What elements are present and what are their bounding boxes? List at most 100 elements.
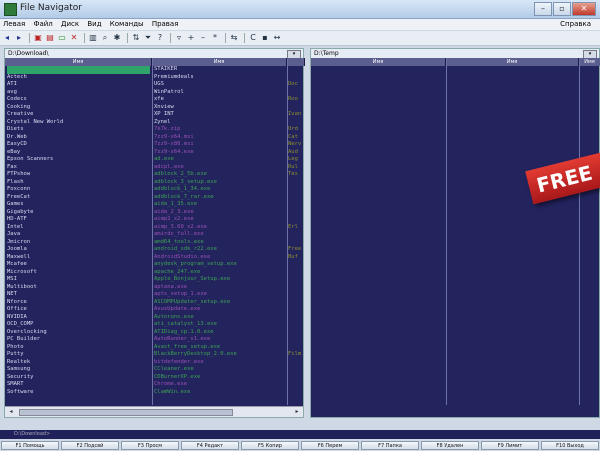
list-item[interactable]: addblock_1_34.exe xyxy=(154,186,286,194)
swap-icon[interactable]: ↔ xyxy=(272,33,282,43)
list-item[interactable]: Realtek xyxy=(7,359,150,367)
forward-icon[interactable]: ▸ xyxy=(14,33,24,43)
list-item[interactable]: Creative xyxy=(7,111,150,119)
menu-help[interactable]: Справка xyxy=(557,19,594,30)
list-item[interactable]: Rul xyxy=(288,164,304,172)
list-item[interactable]: Crystal New World xyxy=(7,119,150,127)
list-item[interactable]: Zynel xyxy=(154,119,286,127)
list-item[interactable]: Office xyxy=(7,306,150,314)
list-item[interactable]: Diets xyxy=(7,126,150,134)
list-item[interactable]: Premiumdeals xyxy=(154,74,286,82)
list-item[interactable]: Leg xyxy=(288,156,304,164)
list-item[interactable]: UGS xyxy=(154,81,286,89)
list-item[interactable]: Security xyxy=(7,374,150,382)
list-item[interactable]: Codecs xyxy=(7,96,150,104)
list-item[interactable]: AutoRunner_v1.exe xyxy=(154,336,286,344)
list-item[interactable] xyxy=(288,239,304,247)
list-item[interactable]: Photo xyxy=(7,344,150,352)
network-icon[interactable]: ⇆ xyxy=(229,33,239,43)
list-item[interactable]: Games xyxy=(7,201,150,209)
plus-icon[interactable]: + xyxy=(186,33,196,43)
list-item[interactable]: ad.exe xyxy=(154,156,286,164)
back-icon[interactable]: ◂ xyxy=(2,33,12,43)
list-item[interactable]: Software xyxy=(7,389,150,397)
f10-exit-button[interactable]: F10 Выход xyxy=(541,441,599,450)
menu-commands[interactable]: Команды xyxy=(107,19,147,30)
list-item[interactable]: Foxconn xyxy=(7,186,150,194)
list-item[interactable]: Aud xyxy=(288,149,304,157)
list-item[interactable]: amirdc_full.exe xyxy=(154,231,286,239)
column-header-name-3[interactable]: Имя xyxy=(579,58,600,66)
list-item[interactable] xyxy=(288,291,304,299)
list-item[interactable]: Roo xyxy=(288,96,304,104)
list-item[interactable]: Jmicron xyxy=(7,239,150,247)
settings-icon[interactable]: ✱ xyxy=(112,33,122,43)
list-item[interactable]: SMART xyxy=(7,381,150,389)
list-item[interactable]: xfe xyxy=(154,96,286,104)
list-item[interactable]: aimp_3.60_x2.exe xyxy=(154,224,286,232)
column-header-name-2[interactable]: Имя xyxy=(152,58,287,66)
list-item[interactable]: Dr.Web xyxy=(7,134,150,142)
star-icon[interactable]: * xyxy=(210,33,220,43)
list-item[interactable]: Overclocking xyxy=(7,329,150,337)
list-item[interactable]: Cat xyxy=(288,134,304,142)
list-item[interactable]: addblock_7_rar.exe xyxy=(154,194,286,202)
list-item[interactable] xyxy=(288,119,304,127)
list-item[interactable]: Buf xyxy=(288,254,304,262)
find-icon[interactable]: ⌕ xyxy=(100,33,110,43)
list-item[interactable] xyxy=(288,261,304,269)
list-item[interactable] xyxy=(288,306,304,314)
list-item[interactable]: android_sdk_r22.exe xyxy=(154,246,286,254)
list-item[interactable]: Maxwell xyxy=(7,254,150,262)
list-item[interactable]: NVIDIA xyxy=(7,314,150,322)
list-item[interactable]: WinPatrol xyxy=(154,89,286,97)
list-item[interactable]: Mcafee xyxy=(7,261,150,269)
list-item[interactable]: OCD_COMP xyxy=(7,321,150,329)
list-item[interactable] xyxy=(288,74,304,82)
list-item[interactable] xyxy=(288,381,304,389)
column-header-name[interactable]: Имя xyxy=(5,58,152,66)
folder-icon[interactable]: ▭ xyxy=(57,33,67,43)
list-item[interactable]: HD-ATF xyxy=(7,216,150,224)
list-item[interactable]: aptana.exe xyxy=(154,284,286,292)
f8-delete-button[interactable]: F8 Удален xyxy=(421,441,479,450)
copy-icon[interactable]: ▣ xyxy=(33,33,43,43)
list-item[interactable] xyxy=(288,186,304,194)
right-panel[interactable]: D:\Temp ▾ Имя Имя Имя xyxy=(310,48,600,418)
list-item[interactable]: FreeCat xyxy=(7,194,150,202)
menu-right[interactable]: Правая xyxy=(149,19,182,30)
list-item[interactable]: Chrome.exe xyxy=(154,381,286,389)
list-item[interactable]: aida_2_3.exe xyxy=(154,209,286,217)
list-item[interactable]: ati_catalyst_13.exe xyxy=(154,321,286,329)
list-item[interactable] xyxy=(288,299,304,307)
list-item[interactable]: 7zz9-x86.msi xyxy=(154,141,286,149)
list-item[interactable]: Intel xyxy=(7,224,150,232)
list-item[interactable]: Microsoft xyxy=(7,269,150,277)
list-item[interactable] xyxy=(288,179,304,187)
list-item[interactable] xyxy=(288,314,304,322)
scroll-left-icon[interactable]: ◂ xyxy=(7,408,15,415)
list-item[interactable]: Gigabyte xyxy=(7,209,150,217)
list-item[interactable]: ATIDiag_cp.1.0.exe xyxy=(154,329,286,337)
file-list-col1[interactable]: Actech ATI avg Codecs Cooking Creative Crystal… xyxy=(7,66,150,396)
menu-file[interactable]: Файл xyxy=(30,19,55,30)
list-item[interactable]: anydesk_program_setup.exe xyxy=(154,261,286,269)
list-item[interactable]: ATI xyxy=(7,81,150,89)
f6-move-button[interactable]: F6 Перем xyxy=(301,441,359,450)
list-item[interactable]: aimp2_x2.exe xyxy=(154,216,286,224)
column-header-name-2[interactable]: Имя xyxy=(446,58,579,66)
list-item[interactable] xyxy=(288,231,304,239)
list-item[interactable]: Free xyxy=(288,246,304,254)
list-item[interactable] xyxy=(288,374,304,382)
list-item[interactable]: Xnview xyxy=(154,104,286,112)
list-item[interactable]: CDBurnerXP.exe xyxy=(154,374,286,382)
list-item[interactable]: Epson Scanners xyxy=(7,156,150,164)
list-item[interactable]: aida_1_35.exe xyxy=(154,201,286,209)
list-item[interactable]: MSI xyxy=(7,276,150,284)
list-item[interactable] xyxy=(288,359,304,367)
list-item[interactable]: STAIKER xyxy=(154,66,286,74)
menu-left[interactable]: Левая xyxy=(0,19,28,30)
list-item[interactable] xyxy=(288,389,304,397)
delete-icon[interactable]: ✕ xyxy=(69,33,79,43)
list-item[interactable] xyxy=(288,194,304,202)
